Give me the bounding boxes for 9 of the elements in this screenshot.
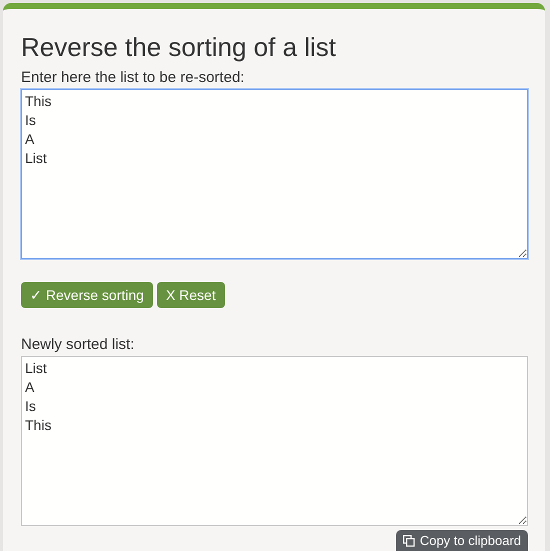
page-title: Reverse the sorting of a list <box>21 31 338 63</box>
reset-button[interactable]: X Reset <box>156 282 225 308</box>
input-label: Enter here the list to be re-sorted: <box>21 69 246 87</box>
reverse-button[interactable]: ✓ Reverse sorting <box>21 282 153 308</box>
output-field[interactable]: List A Is This <box>21 356 528 526</box>
copy-icon <box>402 534 415 546</box>
copy-button[interactable]: Copy to clipboard <box>396 530 528 551</box>
input-field[interactable]: This Is A List <box>21 89 528 259</box>
output-label: Newly sorted list: <box>21 336 136 354</box>
